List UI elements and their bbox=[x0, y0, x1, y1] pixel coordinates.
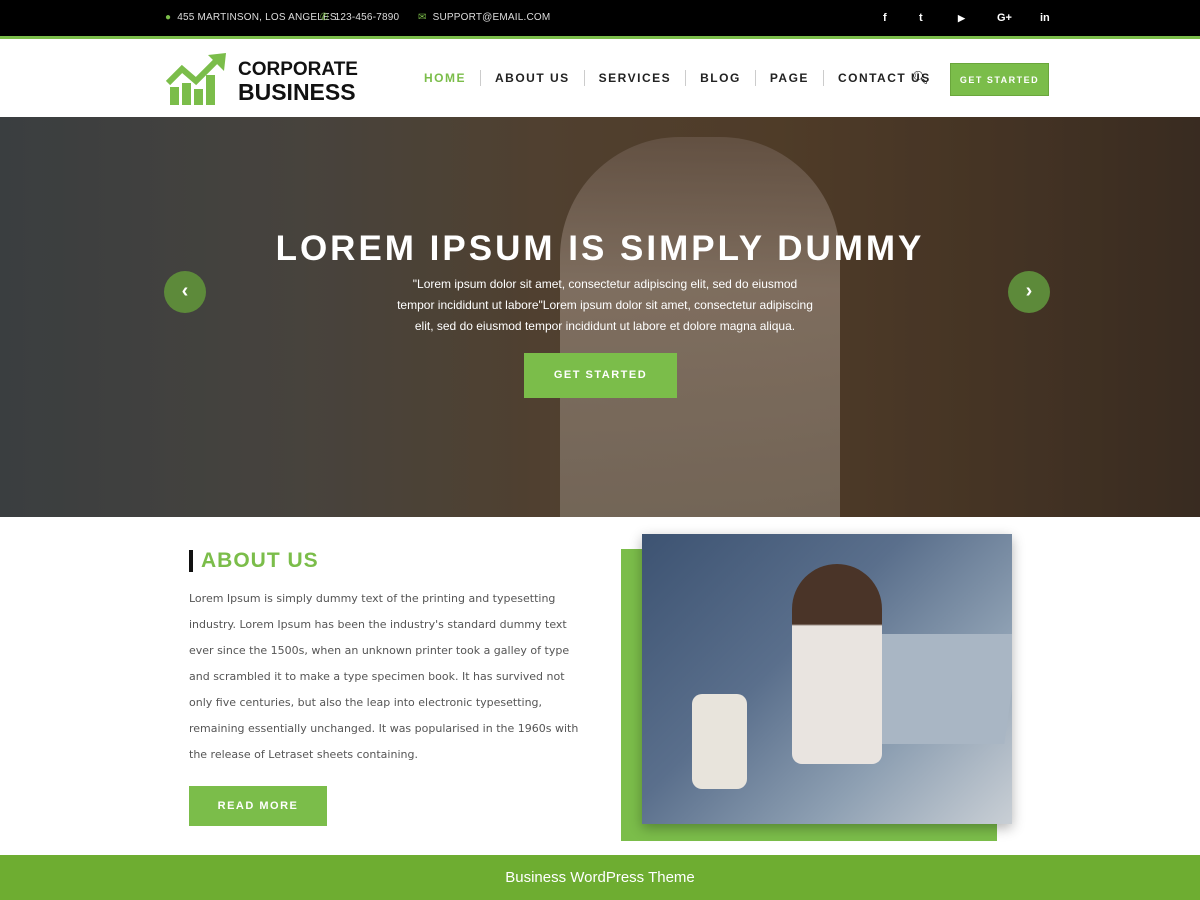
logo-chart-icon[interactable] bbox=[166, 53, 228, 106]
phone-icon: ✆ bbox=[320, 12, 329, 23]
read-more-button[interactable]: READ MORE bbox=[189, 786, 327, 826]
hero-text: "Lorem ipsum dolor sit amet, consectetur… bbox=[397, 277, 813, 333]
email[interactable]: ✉ SUPPORT@EMAIL.COM bbox=[418, 12, 550, 23]
facebook-icon[interactable]: f bbox=[883, 12, 887, 24]
envelope-icon: ✉ bbox=[418, 12, 427, 23]
nav-home[interactable]: HOME bbox=[410, 70, 480, 86]
top-bar: ● 455 MARTINSON, LOS ANGELES ✆ 123-456-789… bbox=[0, 0, 1200, 39]
map-pin-icon: ● bbox=[165, 12, 172, 23]
about-text: Lorem Ipsum is simply dummy text of the … bbox=[189, 592, 579, 761]
hero-get-started-button[interactable]: GET STARTED bbox=[524, 353, 677, 398]
linkedin-icon[interactable]: in bbox=[1040, 12, 1050, 24]
about-image bbox=[642, 534, 1012, 824]
footer: Business WordPress Theme bbox=[0, 855, 1200, 900]
main-nav: HOME ABOUT US SERVICES BLOG PAGE CONTACT… bbox=[410, 70, 945, 86]
about-title: ABOUT US bbox=[189, 550, 319, 572]
get-started-button[interactable]: GET STARTED bbox=[950, 63, 1049, 96]
footer-text: Business WordPress Theme bbox=[505, 869, 695, 886]
nav-about-us[interactable]: ABOUT US bbox=[480, 70, 584, 86]
address: ● 455 MARTINSON, LOS ANGELES bbox=[165, 12, 337, 23]
logo[interactable]: CORPORATE BUSINESS bbox=[238, 58, 358, 104]
youtube-icon[interactable]: ▶ bbox=[958, 13, 965, 24]
nav-page[interactable]: PAGE bbox=[754, 70, 823, 86]
phone[interactable]: ✆ 123-456-7890 bbox=[320, 12, 399, 23]
hero-title: LOREM IPSUM IS SIMPLY DUMMY bbox=[275, 229, 925, 268]
chevron-right-icon[interactable]: › bbox=[1008, 271, 1050, 313]
nav-services[interactable]: SERVICES bbox=[583, 70, 685, 86]
chevron-left-icon[interactable]: ‹ bbox=[164, 271, 206, 313]
twitter-icon[interactable]: t bbox=[919, 12, 923, 24]
google-plus-icon[interactable]: G+ bbox=[997, 12, 1012, 24]
nav-blog[interactable]: BLOG bbox=[685, 70, 755, 86]
search-icon[interactable]: 🔍︎ bbox=[912, 70, 929, 86]
hero-slider: LOREM IPSUM IS SIMPLY DUMMY "Lorem ipsum… bbox=[0, 117, 1200, 517]
header: CORPORATE BUSINESS HOME ABOUT US SERVICES… bbox=[0, 42, 1200, 117]
